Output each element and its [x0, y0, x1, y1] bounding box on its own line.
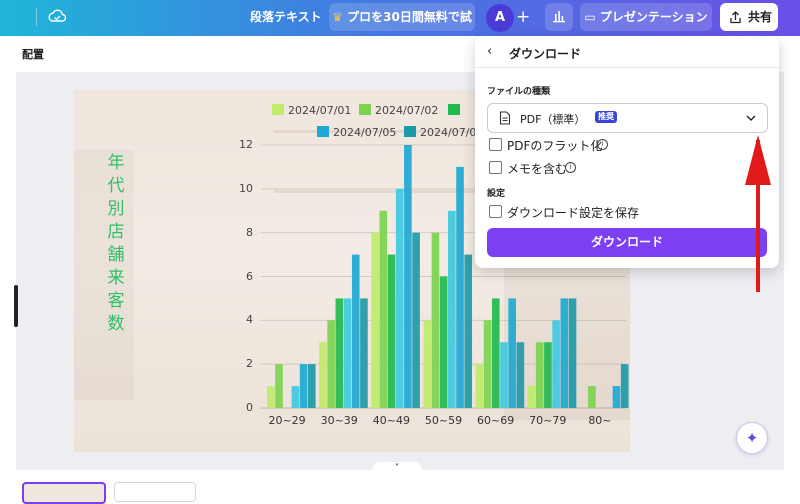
crown-icon: ♛: [332, 10, 343, 24]
y-tick-label: 10: [239, 181, 253, 195]
y-tick-label: 4: [246, 313, 253, 327]
y-tick-label: 0: [246, 401, 253, 414]
chevron-left-icon[interactable]: ‹: [487, 44, 492, 59]
recommended-badge: 推奨: [595, 111, 617, 123]
sparkle-icon[interactable]: ✦: [736, 422, 768, 454]
bar-chart-icon: [553, 11, 565, 23]
legend-label: 2024/07/02: [375, 104, 439, 117]
file-type-label: ファイルの種類: [487, 87, 551, 97]
chevron-down-icon: [746, 115, 756, 121]
chart-title-char: 舗: [107, 245, 125, 265]
x-tick-label: 80~: [588, 414, 612, 427]
chart-title-char: 店: [107, 222, 125, 242]
x-tick-label: 60~69: [477, 414, 515, 427]
legend-entry: 2024/07/05: [317, 126, 396, 140]
flatten-pdf-label: PDFのフラット化: [507, 139, 603, 153]
chart-button[interactable]: [545, 3, 573, 31]
present-label: プレゼンテーション: [599, 10, 708, 24]
chart-vertical-title: 年代別店舗来客数: [103, 152, 129, 336]
avatar[interactable]: A: [486, 4, 514, 32]
chart-title-char: 代: [107, 176, 125, 196]
legend-entry: 2024/07/02: [359, 104, 438, 118]
legend-swatch: [359, 104, 371, 115]
x-tick-label: 40~49: [372, 414, 410, 427]
save-settings-label: ダウンロード設定を保存: [507, 206, 640, 220]
include-notes-checkbox[interactable]: [489, 161, 502, 174]
cloud-sync-icon[interactable]: [48, 2, 67, 22]
save-settings-checkbox[interactable]: [489, 205, 502, 218]
y-tick-label: 8: [246, 225, 253, 239]
download-button[interactable]: ダウンロード: [487, 228, 767, 257]
bg-shelf: [274, 190, 494, 193]
pro-trial-button[interactable]: ♛ プロを30日間無料で試す: [329, 3, 475, 52]
info-icon[interactable]: i: [565, 162, 576, 173]
chart-title-char: 客: [107, 291, 125, 311]
plus-icon[interactable]: +: [516, 2, 530, 32]
page-thumbnail-1[interactable]: [22, 482, 106, 504]
legend-swatch: [404, 126, 416, 137]
info-icon[interactable]: i: [597, 139, 608, 150]
share-label: 共有: [748, 10, 773, 24]
file-type-select[interactable]: PDF（標準） 推奨: [487, 103, 768, 133]
x-tick-label: 20~29: [268, 414, 306, 427]
include-notes-label: メモを含む: [507, 162, 568, 176]
paragraph-text-button[interactable]: 段落テキスト: [250, 2, 322, 32]
legend-swatch: [272, 104, 284, 115]
x-tick-label: 70~79: [529, 414, 567, 427]
x-tick-label: 30~39: [320, 414, 358, 427]
chart-title-char: 年: [107, 153, 125, 173]
flatten-pdf-checkbox[interactable]: [489, 138, 502, 151]
x-tick-label: 50~59: [424, 414, 463, 427]
legend-label: 2024/07/05: [333, 126, 397, 139]
legend-swatch: [448, 104, 464, 118]
left-scroll-handle[interactable]: [14, 285, 18, 327]
share-button[interactable]: 共有: [720, 3, 778, 31]
annotation-arrow-head: [745, 135, 771, 185]
download-panel: ‹ ダウンロード ファイルの種類 PDF（標準） 推奨 PDFのフラット化 i …: [475, 36, 779, 268]
divider: [36, 8, 37, 26]
position-button[interactable]: 配置: [22, 46, 44, 62]
page-thumbnail-2[interactable]: [114, 482, 196, 502]
legend-swatch: [317, 126, 329, 137]
y-tick-label: 12: [239, 138, 253, 151]
top-toolbar: 段落テキスト ♛ プロを30日間無料で試す A + ▭ プレゼンテーション 共有: [0, 0, 800, 52]
y-tick-label: 6: [246, 269, 253, 283]
chart-title-char: 数: [107, 314, 125, 334]
legend-swatch: [448, 104, 460, 115]
panel-title: ダウンロード: [509, 47, 582, 61]
document-icon: [499, 111, 511, 125]
present-icon: ▭: [584, 10, 596, 24]
legend-entry: 2024/07/01: [272, 104, 351, 118]
legend-label: 2024/07/01: [288, 104, 352, 117]
selected-format: PDF（標準）: [520, 113, 586, 126]
chart-title-char: 別: [107, 199, 125, 219]
divider: [475, 67, 779, 68]
settings-section-label: 設定: [487, 189, 506, 199]
legend-entry: 2024/07/0: [404, 126, 476, 140]
present-button[interactable]: ▭ プレゼンテーション: [580, 3, 712, 31]
y-tick-label: 2: [246, 357, 253, 371]
chart-title-char: 来: [107, 268, 125, 288]
legend-label: 2024/07/0: [420, 126, 477, 139]
